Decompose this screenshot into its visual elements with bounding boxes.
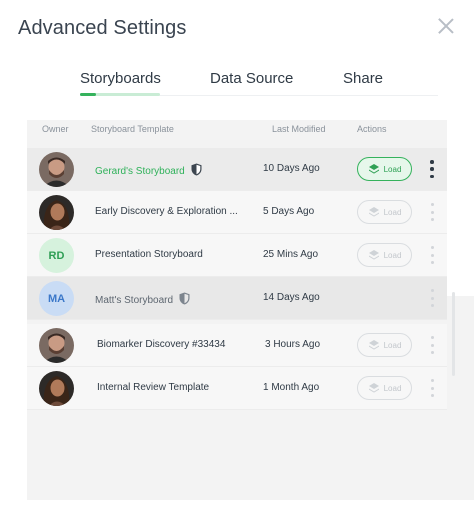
last-modified: 3 Hours Ago (265, 339, 321, 350)
template-name[interactable]: Presentation Storyboard (95, 249, 203, 260)
template-name[interactable]: Internal Review Template (97, 382, 209, 393)
last-modified: 14 Days Ago (263, 292, 320, 303)
layers-icon (368, 207, 379, 217)
load-button[interactable]: Load (357, 157, 412, 181)
more-options-icon[interactable] (427, 336, 437, 354)
layers-icon (368, 383, 379, 393)
scrollbar[interactable] (452, 292, 455, 376)
table-row[interactable]: Gerard's Storyboard 10 Days Ago Load (27, 148, 447, 191)
shield-icon (179, 292, 190, 305)
layers-icon (368, 250, 379, 260)
tab-bar: Storyboards Data Source Share (80, 68, 438, 96)
template-name[interactable]: Biomarker Discovery #33434 (97, 339, 225, 350)
load-button[interactable]: Load (357, 333, 412, 357)
active-tab-indicator (80, 93, 160, 96)
avatar: MA (39, 281, 74, 316)
more-options-icon[interactable] (427, 379, 437, 397)
table-header: Owner Storyboard Template Last Modified … (27, 120, 447, 142)
table-row[interactable]: Biomarker Discovery #33434 3 Hours Ago L… (27, 324, 447, 367)
avatar (39, 371, 74, 406)
last-modified: 25 Mins Ago (263, 249, 319, 260)
last-modified: 1 Month Ago (263, 382, 320, 393)
close-icon[interactable] (438, 18, 454, 34)
layers-icon (368, 340, 379, 350)
more-options-icon[interactable] (427, 289, 437, 307)
template-name[interactable]: Gerard's Storyboard (95, 163, 202, 177)
avatar (39, 152, 74, 187)
table-row[interactable]: Internal Review Template 1 Month Ago Loa… (27, 367, 447, 410)
more-options-icon[interactable] (427, 203, 437, 221)
avatar: RD (39, 238, 74, 273)
load-button[interactable]: Load (357, 200, 412, 224)
dialog-header: Advanced Settings (18, 14, 458, 44)
dialog-title: Advanced Settings (18, 17, 187, 39)
layers-icon (368, 164, 379, 174)
more-options-icon[interactable] (427, 246, 437, 264)
last-modified: 10 Days Ago (263, 163, 320, 174)
table-row[interactable]: MA Matt's Storyboard 14 Days Ago (27, 277, 447, 320)
template-name[interactable]: Matt's Storyboard (95, 292, 190, 306)
load-button[interactable]: Load (357, 243, 412, 267)
shield-icon (191, 163, 202, 176)
last-modified: 5 Days Ago (263, 206, 315, 217)
load-button[interactable]: Load (357, 376, 412, 400)
column-actions: Actions (357, 124, 387, 134)
table-row[interactable]: RD Presentation Storyboard 25 Mins Ago L… (27, 234, 447, 277)
column-modified: Last Modified (272, 124, 326, 134)
template-name[interactable]: Early Discovery & Exploration ... (95, 206, 238, 217)
column-owner: Owner (42, 124, 69, 134)
tab-share[interactable]: Share (343, 70, 383, 87)
column-template: Storyboard Template (91, 124, 174, 134)
more-options-icon[interactable] (427, 160, 437, 178)
tab-storyboards[interactable]: Storyboards (80, 70, 161, 87)
tab-data-source[interactable]: Data Source (210, 70, 293, 87)
avatar (39, 195, 74, 230)
avatar (39, 328, 74, 363)
table-row[interactable]: Early Discovery & Exploration ... 5 Days… (27, 191, 447, 234)
